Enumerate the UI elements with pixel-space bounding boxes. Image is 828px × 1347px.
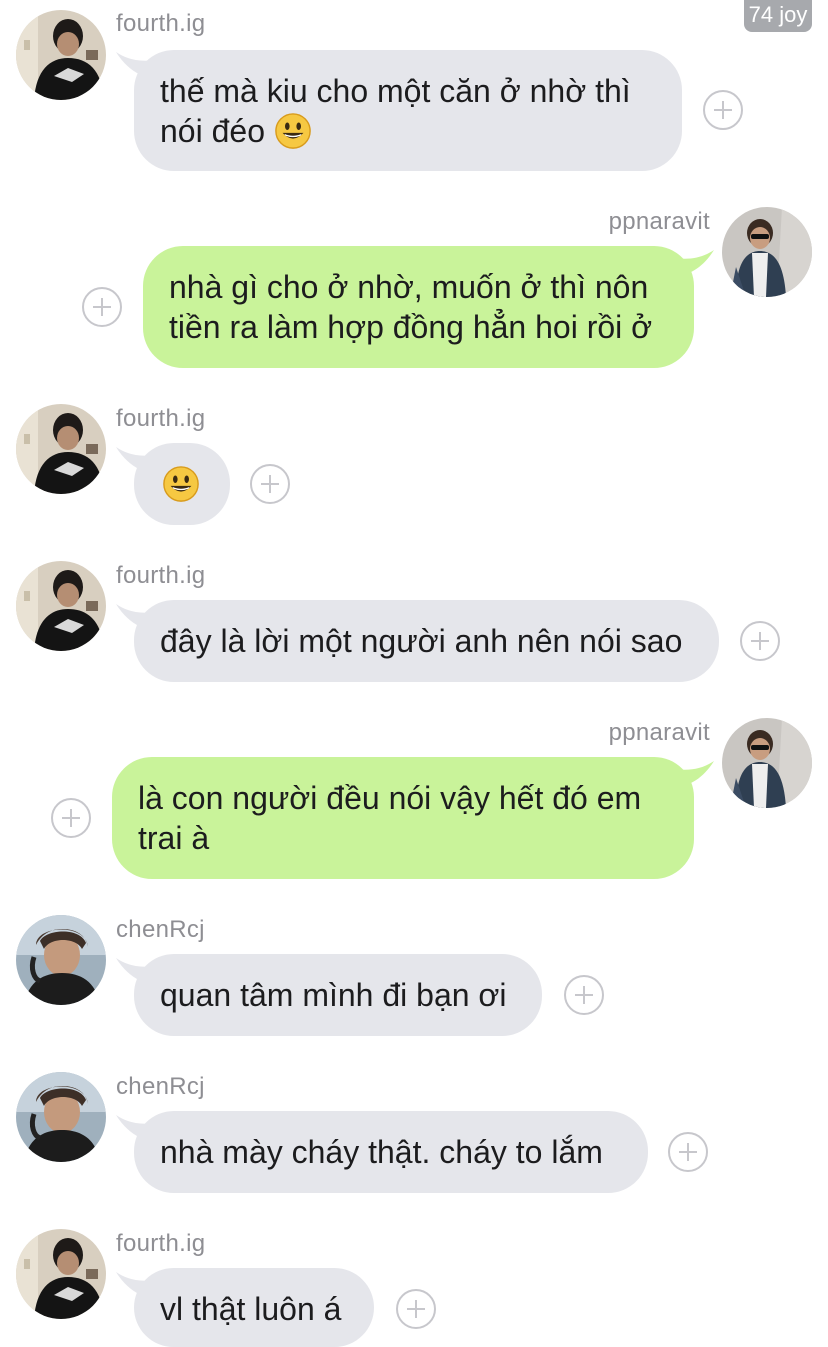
message-text: nhà mày cháy thật. cháy to lắm	[160, 1134, 603, 1170]
avatar[interactable]	[16, 561, 106, 651]
avatar-image	[16, 915, 106, 1005]
message-text: là con người đều nói vậy hết đó em trai …	[138, 780, 642, 856]
sender-name: fourth.ig	[116, 405, 206, 432]
sender-name: fourth.ig	[116, 1230, 206, 1257]
avatar-image	[16, 1229, 106, 1319]
message-bubble[interactable]: thế mà kiu cho một căn ở nhờ thì nói đéo	[134, 50, 682, 171]
add-reaction-icon[interactable]	[564, 975, 604, 1015]
add-reaction-icon[interactable]	[740, 621, 780, 661]
message-bubble[interactable]: là con người đều nói vậy hết đó em trai …	[112, 757, 694, 879]
sender-name: ppnaravit	[608, 208, 710, 235]
message-text: thế mà kiu cho một căn ở nhờ thì nói đéo	[160, 73, 631, 150]
grinning-face-emoji	[274, 112, 312, 150]
sender-name: ppnaravit	[608, 719, 710, 746]
avatar-image	[16, 404, 106, 494]
message-bubble[interactable]: nhà gì cho ở nhờ, muốn ở thì nôn tiền ra…	[143, 246, 694, 368]
sender-name: fourth.ig	[116, 10, 206, 37]
avatar[interactable]	[16, 10, 106, 100]
battery-badge: 74 joy	[744, 0, 812, 32]
add-reaction-icon[interactable]	[396, 1289, 436, 1329]
add-reaction-icon[interactable]	[82, 287, 122, 327]
avatar-image	[16, 561, 106, 651]
message-text: đây là lời một người anh nên nói sao	[160, 623, 683, 659]
message-text: vl thật luôn á	[160, 1291, 342, 1327]
add-reaction-icon[interactable]	[51, 798, 91, 838]
avatar-image	[722, 207, 812, 297]
avatar[interactable]	[16, 404, 106, 494]
grinning-face-emoji	[162, 465, 200, 503]
add-reaction-icon[interactable]	[668, 1132, 708, 1172]
sender-name: chenRcj	[116, 1073, 205, 1100]
sender-name: chenRcj	[116, 916, 205, 943]
avatar-image	[16, 1072, 106, 1162]
message-text: nhà gì cho ở nhờ, muốn ở thì nôn tiền ra…	[169, 269, 653, 345]
add-reaction-icon[interactable]	[250, 464, 290, 504]
message-bubble[interactable]: vl thật luôn á	[134, 1268, 374, 1347]
avatar[interactable]	[722, 207, 812, 297]
message-bubble[interactable]: quan tâm mình đi bạn ơi	[134, 954, 542, 1036]
message-bubble[interactable]: đây là lời một người anh nên nói sao	[134, 600, 719, 682]
avatar[interactable]	[16, 1229, 106, 1319]
add-reaction-icon[interactable]	[703, 90, 743, 130]
avatar[interactable]	[16, 1072, 106, 1162]
sender-name: fourth.ig	[116, 562, 206, 589]
avatar-image	[16, 10, 106, 100]
avatar-image	[722, 718, 812, 808]
message-bubble[interactable]	[134, 443, 230, 525]
message-text: quan tâm mình đi bạn ơi	[160, 977, 507, 1013]
message-bubble[interactable]: nhà mày cháy thật. cháy to lắm	[134, 1111, 648, 1193]
avatar[interactable]	[722, 718, 812, 808]
avatar[interactable]	[16, 915, 106, 1005]
